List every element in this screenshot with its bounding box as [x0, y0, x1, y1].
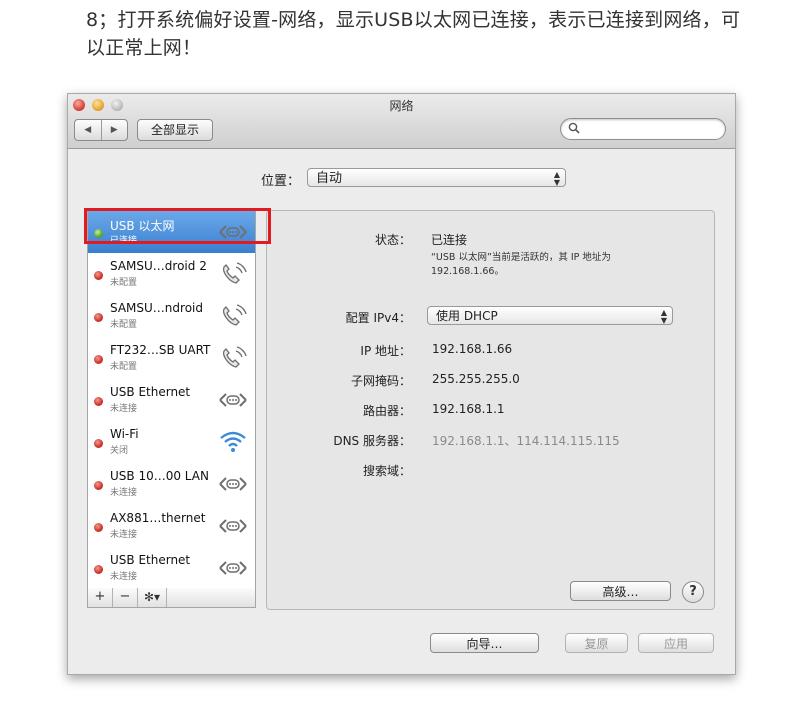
- service-list-toolbar: + − ✻▾: [87, 588, 256, 608]
- status-dot-icon: [94, 481, 103, 490]
- subnet-mask-value: 255.255.255.0: [432, 372, 520, 386]
- service-name: Wi-Fi: [110, 427, 139, 441]
- service-status: 未配置: [110, 278, 138, 288]
- service-item[interactable]: USB Ethernet 未连接: [88, 547, 255, 589]
- service-status: 关闭: [110, 446, 129, 456]
- updown-arrows-icon: ▲ ▼: [553, 169, 560, 187]
- status-note-line: 192.168.1.66。: [431, 266, 504, 277]
- location-label: 位置：: [261, 174, 301, 189]
- status-dot-icon: [94, 355, 103, 364]
- revert-button[interactable]: 复原: [565, 633, 628, 653]
- add-service-button[interactable]: +: [88, 588, 113, 607]
- service-item[interactable]: SAMSU…droid 2 未配置: [88, 253, 255, 295]
- ipv4-select[interactable]: 使用 DHCP ▲ ▼: [427, 306, 673, 325]
- status-dot-icon: [94, 313, 103, 322]
- service-status: 未连接: [110, 530, 138, 540]
- router-label: 路由器：: [362, 404, 411, 418]
- service-status: 未连接: [110, 404, 138, 414]
- remove-service-button[interactable]: −: [113, 588, 138, 607]
- service-item[interactable]: SAMSU…ndroid 未配置: [88, 295, 255, 337]
- service-item[interactable]: AX881…thernet 未连接: [88, 505, 255, 547]
- router-value: 192.168.1.1: [432, 402, 505, 416]
- ip-address-value: 192.168.1.66: [432, 342, 513, 356]
- back-button[interactable]: ◀: [75, 120, 101, 140]
- status-dot-icon: [94, 397, 103, 406]
- dns-label: DNS 服务器：: [333, 434, 411, 448]
- phone-icon: [218, 261, 248, 287]
- service-status: 未连接: [110, 572, 138, 582]
- location-value: 自动: [316, 171, 343, 186]
- ipv4-value: 使用 DHCP: [436, 309, 498, 323]
- help-button[interactable]: ?: [682, 581, 704, 603]
- gear-icon[interactable]: ✻▾: [138, 588, 167, 607]
- phone-icon: [218, 303, 248, 329]
- phone-icon: [218, 345, 248, 371]
- status-value: 已连接: [431, 233, 468, 247]
- back-forward-control: ◀ ▶: [74, 119, 128, 141]
- service-name: FT232…SB UART: [110, 343, 211, 357]
- search-field[interactable]: [560, 118, 726, 140]
- status-note: “USB 以太网”当前是活跃的，其 IP 地址为 192.168.1.66。: [431, 251, 671, 279]
- dns-value: 192.168.1.1、114.114.115.115: [432, 434, 620, 448]
- assist-me-button[interactable]: 向导…: [430, 633, 539, 653]
- apply-button[interactable]: 应用: [638, 633, 714, 653]
- service-item[interactable]: Wi-Fi 关闭: [88, 421, 255, 463]
- service-name: USB Ethernet: [110, 385, 191, 399]
- search-domains-label: 搜索域：: [362, 464, 411, 478]
- subnet-mask-label: 子网掩码：: [350, 374, 411, 388]
- status-label: 状态：: [374, 233, 411, 247]
- service-name: SAMSU…droid 2: [110, 259, 207, 273]
- service-status: 未配置: [110, 320, 138, 330]
- network-preferences-window: 网络 ◀ ▶ 全部显示 位置： 自动 ▲ ▼ USB 以太网 已连接 SAMSU…dr…: [67, 93, 736, 675]
- wifi-icon: [218, 429, 248, 455]
- status-dot-icon: [94, 271, 103, 280]
- ipv4-label: 配置 IPv4：: [345, 311, 411, 325]
- service-status: 未连接: [110, 488, 138, 498]
- service-name: USB Ethernet: [110, 553, 191, 567]
- ip-address-label: IP 地址：: [360, 344, 411, 358]
- ethernet-icon: [218, 513, 248, 539]
- search-icon: [568, 122, 580, 134]
- location-select[interactable]: 自动 ▲ ▼: [307, 168, 566, 187]
- instruction-caption: 8；打开系统偏好设置-网络，显示USB以太网已连接，表示已连接到网络，可以正常上…: [86, 9, 741, 59]
- ethernet-icon: [218, 555, 248, 581]
- show-all-button[interactable]: 全部显示: [137, 119, 213, 141]
- highlight-annotation: [84, 208, 271, 244]
- status-dot-icon: [94, 439, 103, 448]
- forward-button[interactable]: ▶: [100, 120, 128, 140]
- advanced-button[interactable]: 高级…: [570, 581, 671, 601]
- status-dot-icon: [94, 565, 103, 574]
- service-name: AX881…thernet: [110, 511, 206, 525]
- service-item[interactable]: FT232…SB UART 未配置: [88, 337, 255, 379]
- title-bar: 网络 ◀ ▶ 全部显示: [68, 94, 735, 149]
- service-item[interactable]: USB 10…00 LAN 未连接: [88, 463, 255, 505]
- ethernet-icon: [218, 471, 248, 497]
- status-dot-icon: [94, 523, 103, 532]
- updown-arrows-icon: ▲ ▼: [660, 307, 667, 325]
- detail-pane: 状态： 已连接 “USB 以太网”当前是活跃的，其 IP 地址为 192.168…: [266, 210, 715, 610]
- status-note-line: “USB 以太网”当前是活跃的，其 IP 地址为: [431, 252, 611, 263]
- service-name: SAMSU…ndroid: [110, 301, 203, 315]
- service-name: USB 10…00 LAN: [110, 469, 209, 483]
- window-title: 网络: [389, 99, 414, 113]
- service-status: 未配置: [110, 362, 138, 372]
- ethernet-icon: [218, 387, 248, 413]
- service-list: USB 以太网 已连接 SAMSU…droid 2 未配置 SAMSU…ndroid 未配…: [87, 210, 256, 590]
- service-item[interactable]: USB Ethernet 未连接: [88, 379, 255, 421]
